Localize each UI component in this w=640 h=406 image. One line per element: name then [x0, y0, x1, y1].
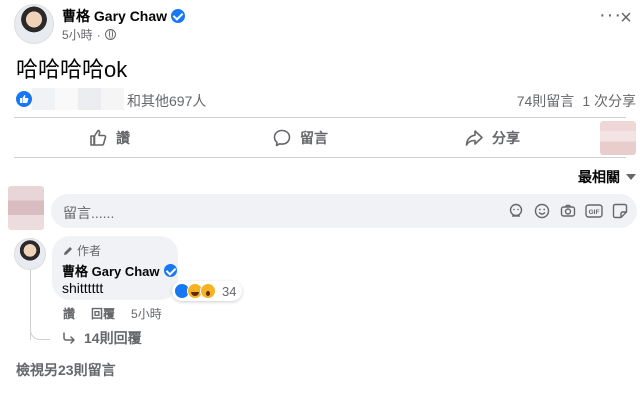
comment-input-placeholder: 留言...... — [63, 205, 115, 221]
share-button[interactable]: 分享 — [464, 128, 520, 148]
like-button[interactable]: 讚 — [88, 128, 130, 148]
verified-badge-icon — [163, 264, 177, 277]
reply-arrow-icon — [63, 332, 75, 344]
view-more-comments-link[interactable]: 檢視另23則留言 — [16, 360, 116, 380]
gif-icon[interactable]: GIF — [585, 202, 603, 220]
wow-emoji-icon — [200, 283, 216, 299]
reaction-summary[interactable]: 和其他697人 — [127, 91, 206, 111]
post-author-name[interactable]: 曹格 Gary Chaw — [62, 6, 167, 26]
emoji-icon[interactable] — [533, 202, 551, 220]
post-stats: 74則留言 1 次分享 — [517, 91, 636, 111]
share-arrow-icon — [465, 130, 483, 146]
post-author[interactable]: 曹格 Gary Chaw — [62, 6, 186, 26]
post-timestamp[interactable]: 5小時 · — [62, 26, 116, 43]
camera-icon[interactable] — [559, 202, 577, 220]
comment-bubble-icon — [273, 129, 291, 147]
verified-badge-icon — [171, 9, 186, 23]
comment-button-label: 留言 — [300, 130, 328, 146]
caret-down-icon — [626, 174, 636, 180]
post-time-text[interactable]: 5小時 — [62, 26, 93, 43]
comment-actions: 讚 回覆 5小時 — [63, 305, 162, 322]
composer-tools: GIF — [507, 202, 629, 220]
svg-text:GIF: GIF — [589, 209, 600, 216]
sticker-icon[interactable] — [611, 202, 629, 220]
close-icon[interactable]: × — [616, 8, 636, 28]
divider — [14, 117, 626, 118]
my-avatar-blurred[interactable] — [8, 186, 44, 230]
globe-icon — [104, 29, 116, 40]
share-button-label: 分享 — [492, 130, 520, 146]
comments-count-link[interactable]: 74則留言 — [517, 91, 575, 111]
author-avatar[interactable] — [14, 4, 54, 44]
author-tag-label: 作者 — [77, 244, 102, 258]
comment-reaction-count: 34 — [222, 283, 237, 299]
comment-like-link[interactable]: 讚 — [63, 305, 75, 322]
view-replies-link[interactable]: 14則回覆 — [62, 328, 142, 348]
shares-count-link[interactable]: 1 次分享 — [582, 91, 636, 111]
avatar-sticker-icon[interactable] — [507, 202, 525, 220]
thumbs-up-icon — [90, 129, 107, 146]
like-button-label: 讚 — [116, 130, 130, 146]
author-tag: 作者 — [62, 242, 101, 259]
comment-author-name[interactable]: 曹格 Gary Chaw — [62, 261, 160, 280]
reactor-names-blurred — [32, 88, 124, 110]
commenter-avatar[interactable] — [14, 238, 46, 270]
comment-sort-dropdown[interactable]: 最相關 — [578, 167, 636, 187]
comment-bubble: 作者 曹格 Gary Chaw shitttttt — [52, 236, 178, 300]
comment-reactions[interactable]: 34 — [172, 281, 243, 301]
comment-author[interactable]: 曹格 Gary Chaw — [62, 261, 177, 280]
comment-input[interactable]: 留言...... GIF — [51, 194, 637, 228]
replies-label: 14則回覆 — [84, 330, 142, 346]
comment-button[interactable]: 留言 — [272, 128, 328, 148]
comment-time[interactable]: 5小時 — [131, 305, 162, 322]
post-body: 哈哈哈哈ok — [16, 57, 128, 82]
thread-connector — [30, 320, 50, 340]
facebook-post: 曹格 Gary Chaw 5小時 · ··· × 哈哈哈哈ok 和其他697人 … — [0, 0, 640, 406]
pencil-icon — [64, 246, 72, 255]
profile-switcher-blurred[interactable] — [600, 121, 636, 155]
like-reaction-icon[interactable] — [16, 91, 32, 107]
sort-label: 最相關 — [578, 169, 620, 185]
divider — [14, 157, 626, 158]
comment-reply-link[interactable]: 回覆 — [91, 305, 115, 322]
comment-text: shitttttt — [62, 280, 104, 296]
